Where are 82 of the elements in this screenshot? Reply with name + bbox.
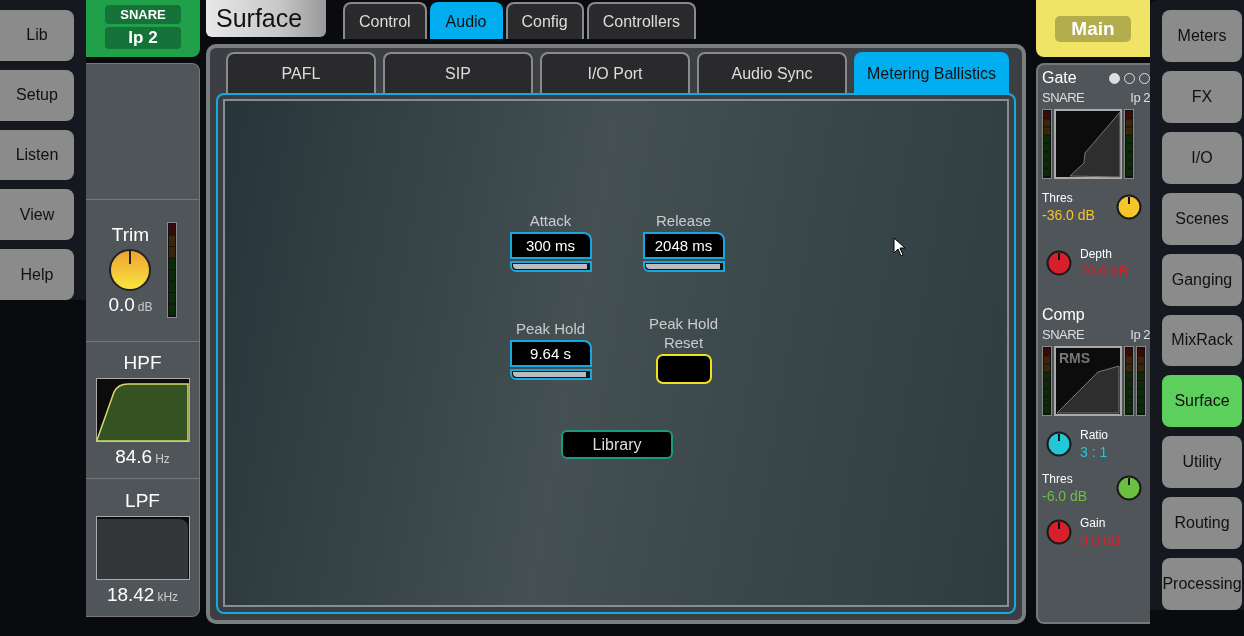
nav-button[interactable]: Ganging	[1162, 253, 1242, 306]
hpf-unit: Hz	[155, 452, 170, 467]
trim-knob	[108, 248, 153, 293]
nav-button[interactable]: Processing	[1162, 558, 1242, 611]
tab[interactable]: I/O Port	[540, 52, 690, 93]
level-meter	[1136, 346, 1146, 416]
hpf-value: 84.6	[115, 446, 153, 469]
value-field[interactable]: 2048 ms	[642, 232, 725, 259]
channel-source: Ip 2	[1130, 90, 1150, 105]
lpf-unit: kHz	[157, 589, 179, 604]
channel-name: SNARE	[1042, 327, 1085, 342]
setting-label: Peak Hold Reset	[647, 314, 720, 352]
parameter-value: -6.0 dB	[1042, 488, 1088, 504]
nav-button[interactable]: Help	[0, 249, 74, 300]
section-title: Gate	[1042, 69, 1077, 87]
parameter-value: 0.0 dB	[1080, 532, 1121, 548]
tab[interactable]: Audio	[429, 2, 503, 39]
parameter-value: 3 : 1	[1080, 444, 1108, 460]
mix-name: Main	[1055, 15, 1131, 42]
library-button[interactable]: Library	[561, 430, 673, 459]
nav-button[interactable]: Utility	[1162, 436, 1242, 489]
parameter-label: Gain	[1080, 516, 1107, 530]
parameter-label: Thres	[1042, 191, 1074, 205]
setting-label: Release	[655, 211, 711, 230]
knob[interactable]	[1116, 194, 1142, 220]
tab[interactable]: Control	[343, 2, 427, 39]
parameter-value: 20.0 dB	[1080, 263, 1129, 279]
channel-name: SNARE	[105, 5, 181, 24]
slider-fill[interactable]	[645, 264, 720, 269]
value-field[interactable]: 300 ms	[509, 232, 592, 259]
value-field[interactable]: 9.64 s	[509, 340, 592, 367]
nav-button[interactable]: Lib	[0, 10, 74, 61]
lpf-label: LPF	[125, 489, 160, 512]
lpf-value: 18.42	[106, 583, 155, 606]
slider-track[interactable]	[642, 261, 725, 272]
slider-fill[interactable]	[512, 264, 587, 269]
nav-button[interactable]: Scenes	[1162, 192, 1242, 245]
nav-button[interactable]: Setup	[0, 69, 74, 121]
level-meter	[1042, 109, 1052, 179]
channel-header[interactable]: SNARE Ip 2	[86, 0, 200, 57]
slider-fill[interactable]	[512, 372, 587, 377]
tab[interactable]: SIP	[383, 52, 533, 93]
nav-button[interactable]: Routing	[1162, 497, 1242, 550]
tab[interactable]: Controllers	[586, 2, 697, 39]
slider-track[interactable]	[509, 369, 592, 380]
screen-title: Surface	[206, 0, 326, 37]
level-meter	[1124, 109, 1134, 179]
slider-track[interactable]	[509, 261, 592, 272]
nav-button[interactable]: FX	[1162, 70, 1242, 123]
section-title: Comp	[1042, 306, 1085, 324]
knob[interactable]	[1046, 431, 1072, 457]
trim-unit: dB	[137, 300, 153, 315]
reset-button[interactable]	[655, 354, 712, 384]
parameter-value: -36.0 dB	[1042, 207, 1095, 223]
page-dot[interactable]	[1109, 72, 1120, 84]
parameter-label: Ratio	[1080, 428, 1108, 442]
hpf-label: HPF	[123, 352, 162, 375]
nav-button[interactable]: Surface	[1162, 375, 1242, 428]
parameter-label: Thres	[1042, 472, 1074, 486]
tab[interactable]: Metering Ballistics	[854, 52, 1009, 93]
level-meter	[1042, 346, 1052, 416]
setting-label: Peak Hold	[515, 319, 586, 338]
nav-button[interactable]: I/O	[1162, 131, 1242, 184]
trim-value: 0.0	[108, 294, 135, 317]
knob[interactable]	[1116, 475, 1142, 501]
tab[interactable]: Config	[505, 2, 584, 39]
nav-button[interactable]: MixRack	[1162, 314, 1242, 367]
nav-button[interactable]: Listen	[0, 129, 74, 181]
tab[interactable]: PAFL	[226, 52, 376, 93]
channel-source: Ip 2	[1130, 327, 1150, 342]
mode-label: RMS	[1059, 350, 1091, 366]
gate-curve	[1054, 109, 1122, 179]
channel-name: SNARE	[1042, 90, 1085, 105]
channel-source: Ip 2	[105, 27, 181, 49]
cursor-icon	[893, 237, 907, 257]
level-meter	[1124, 346, 1134, 416]
setting-label: Attack	[529, 211, 572, 230]
nav-button[interactable]: Meters	[1162, 10, 1242, 62]
tab[interactable]: Audio Sync	[697, 52, 847, 93]
nav-button[interactable]: View	[0, 189, 74, 241]
trim-label: Trim	[111, 224, 150, 247]
parameter-label: Depth	[1080, 247, 1114, 261]
